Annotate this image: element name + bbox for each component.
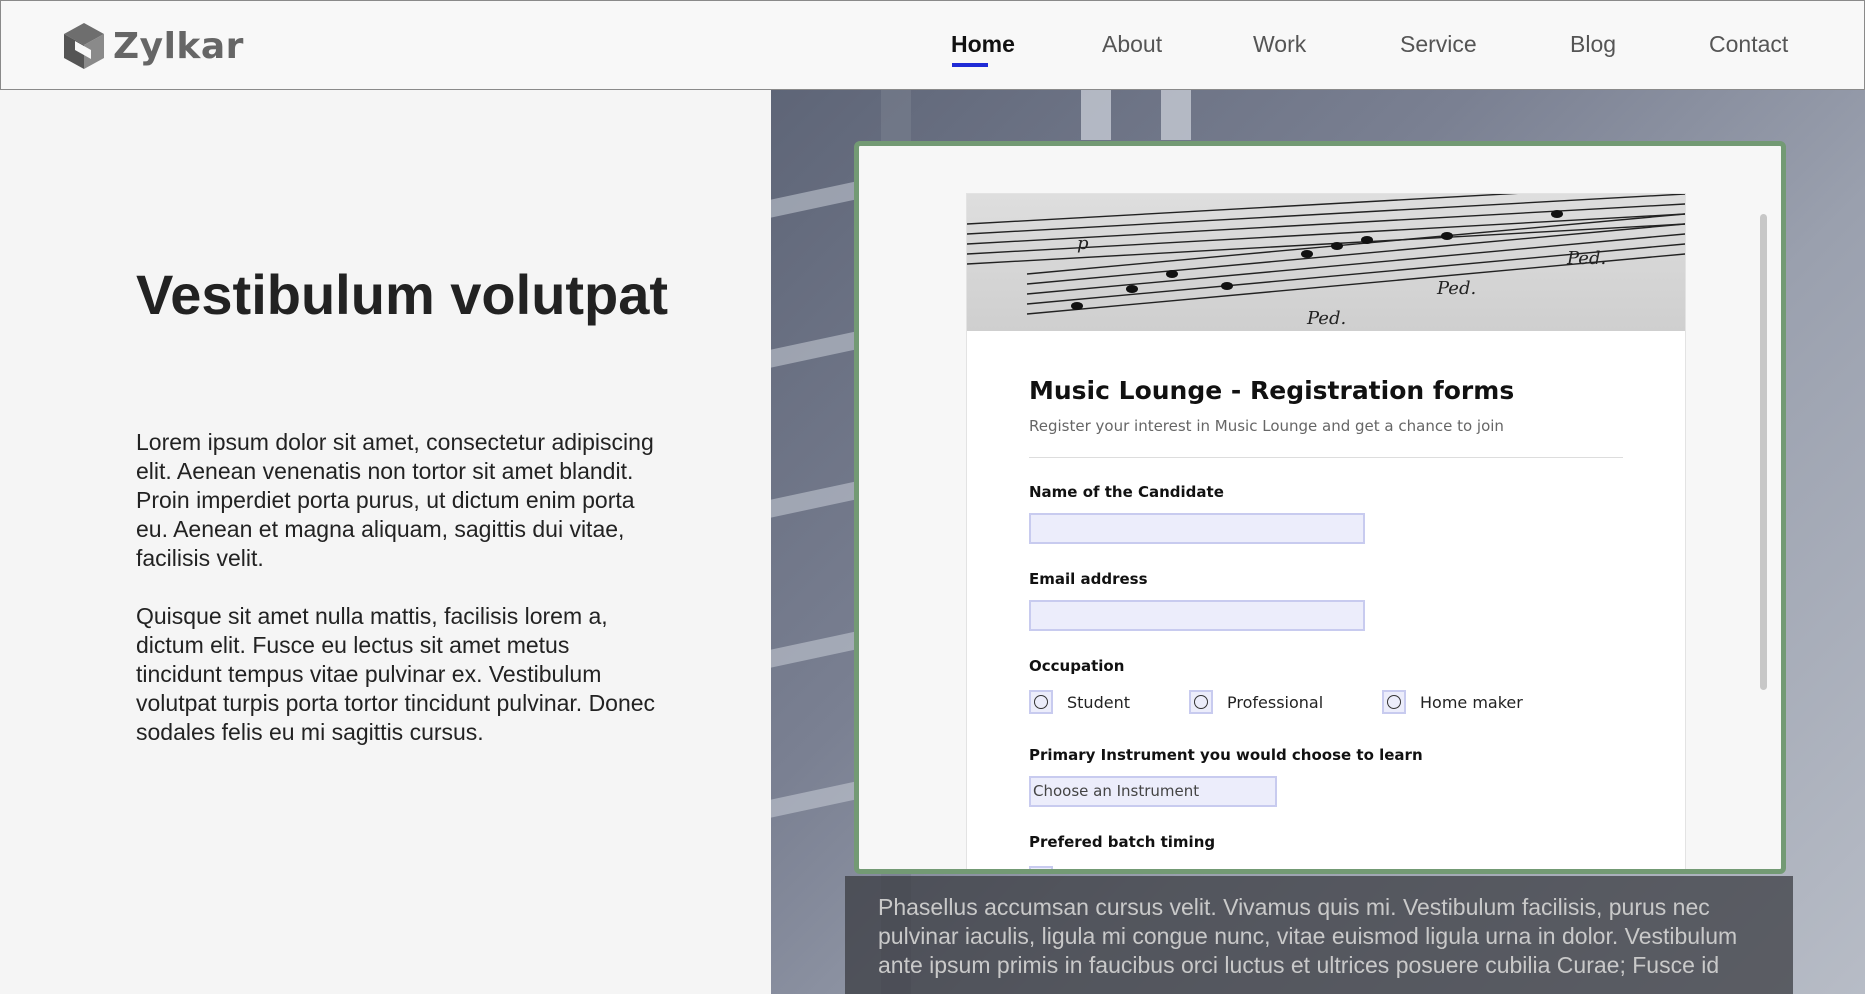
form-divider <box>1029 457 1623 458</box>
batch-timing-label: Prefered batch timing <box>1029 833 1216 851</box>
svg-text:Ped.: Ped. <box>1436 278 1476 299</box>
occupation-radio-professional[interactable] <box>1189 690 1213 714</box>
name-input[interactable] <box>1029 513 1365 544</box>
sheet-music-banner: p Ped. Ped. Ped. <box>967 194 1685 331</box>
email-label: Email address <box>1029 570 1148 588</box>
occupation-option-label: Student <box>1067 693 1130 712</box>
nav-contact[interactable]: Contact <box>1709 31 1788 58</box>
registration-form: p Ped. Ped. Ped. Music Lounge - Registratio… <box>966 193 1686 874</box>
hero-paragraph-2: Quisque sit amet nulla mattis, facilisis… <box>136 603 656 745</box>
radio-circle-icon <box>1387 695 1401 709</box>
name-label: Name of the Candidate <box>1029 483 1224 501</box>
nav-service[interactable]: Service <box>1400 31 1477 58</box>
active-nav-indicator <box>952 63 988 67</box>
radio-circle-icon <box>1034 695 1048 709</box>
email-input[interactable] <box>1029 600 1365 631</box>
form-title: Music Lounge - Registration forms <box>1029 376 1515 405</box>
occupation-radio-home-maker[interactable] <box>1382 690 1406 714</box>
hero-title: Vestibulum volutpat <box>136 263 669 326</box>
occupation-option-label: Professional <box>1227 693 1324 712</box>
occupation-label: Occupation <box>1029 657 1125 675</box>
svg-text:Ped.: Ped. <box>1566 248 1606 269</box>
nav-blog[interactable]: Blog <box>1570 31 1616 58</box>
occupation-radio-student[interactable] <box>1029 690 1053 714</box>
caption-text: Phasellus accumsan cursus velit. Vivamus… <box>878 894 1738 978</box>
radio-circle-icon <box>1194 695 1208 709</box>
svg-text:Ped.: Ped. <box>1306 308 1346 329</box>
instrument-label: Primary Instrument you would choose to l… <box>1029 746 1423 764</box>
main-nav: Home About Work Service Blog Contact <box>1 31 1864 71</box>
nav-work[interactable]: Work <box>1253 31 1306 58</box>
hero-paragraph-1: Lorem ipsum dolor sit amet, consectetur … <box>136 429 654 571</box>
batch-timing-radio[interactable] <box>1029 866 1053 874</box>
nav-about[interactable]: About <box>1102 31 1162 58</box>
photo-caption: Phasellus accumsan cursus velit. Vivamus… <box>845 876 1793 994</box>
nav-home[interactable]: Home <box>951 31 1015 58</box>
form-preview-frame: p Ped. Ped. Ped. Music Lounge - Registratio… <box>854 141 1786 874</box>
svg-text:p: p <box>1077 233 1089 254</box>
form-subtitle: Register your interest in Music Lounge a… <box>1029 417 1504 435</box>
site-header: Zylkar Home About Work Service Blog Cont… <box>0 0 1865 90</box>
occupation-option-label: Home maker <box>1420 693 1523 712</box>
radio-circle-icon <box>1034 871 1048 874</box>
frame-scrollbar[interactable] <box>1760 214 1767 690</box>
instrument-select[interactable]: Choose an Instrument <box>1029 776 1277 807</box>
